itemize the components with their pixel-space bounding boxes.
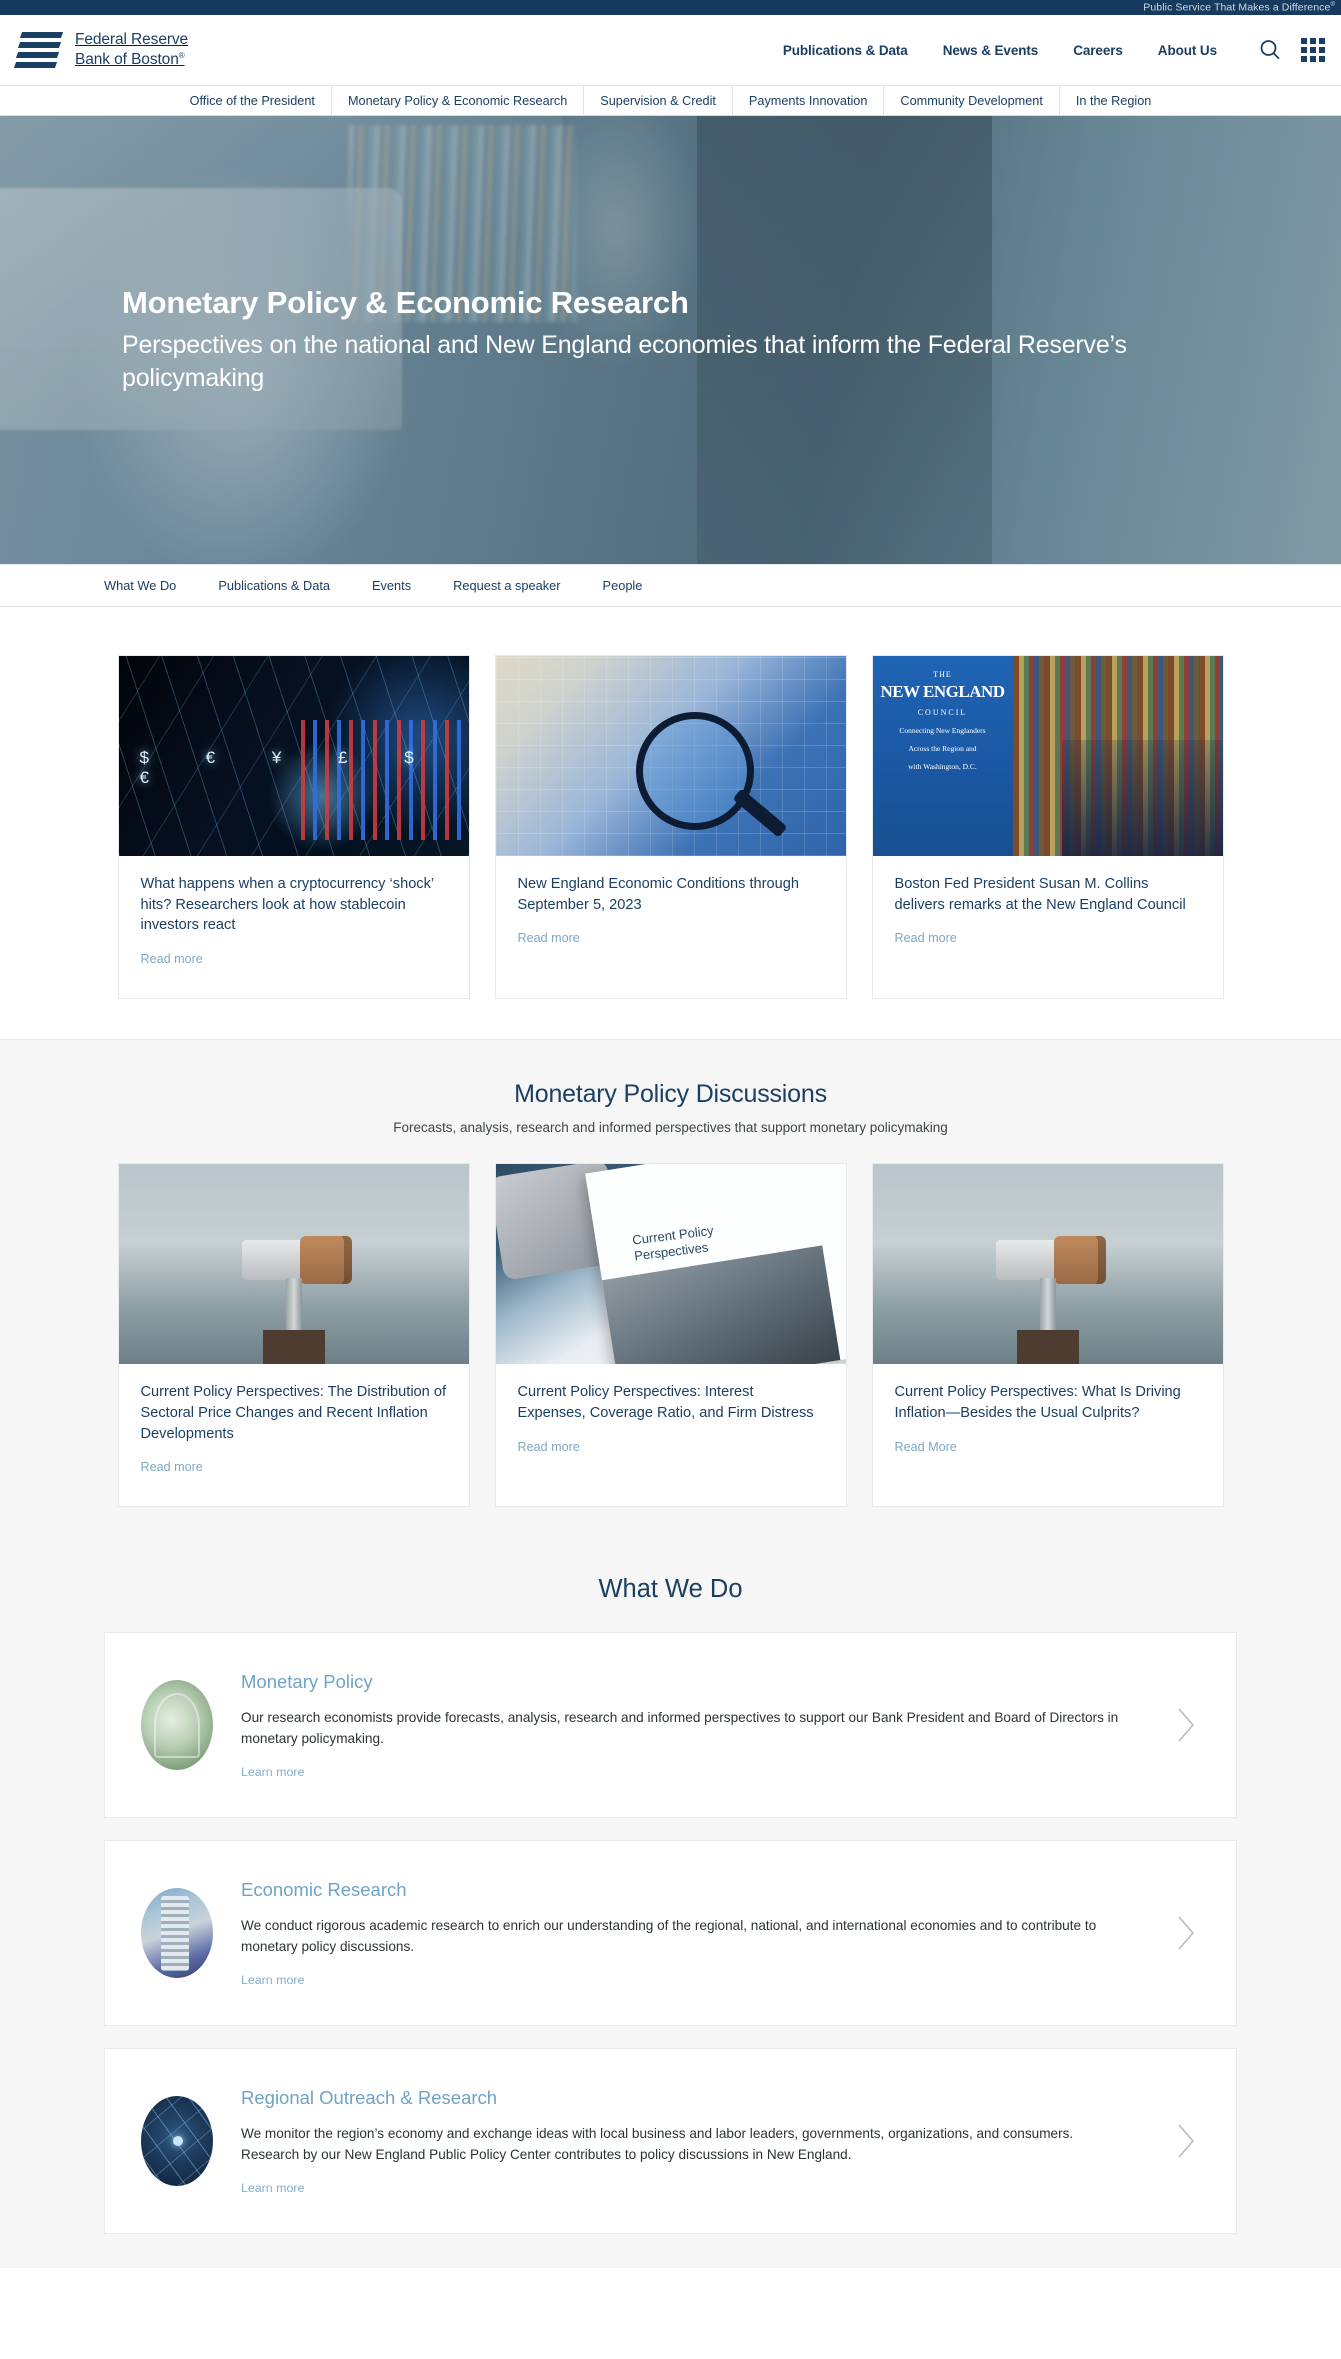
council-banner-detail: THE NEW ENGLAND COUNCIL Connecting New E… — [872, 656, 1013, 856]
item-description: Our research economists provide forecast… — [241, 1710, 1119, 1747]
header-nav-news-events[interactable]: News & Events — [943, 43, 1039, 58]
section-nav-monetary-policy-economic-research[interactable]: Monetary Policy & Economic Research — [330, 86, 583, 115]
featured-card[interactable]: What happens when a cryptocurrency ‘shoc… — [117, 655, 470, 1000]
report-cover-detail: Current Policy Perspectives — [584, 1164, 846, 1365]
discussion-card[interactable]: Current Policy Perspectives Current Polic… — [494, 1163, 847, 1508]
search-icon — [1260, 40, 1280, 60]
header-nav-publications-data[interactable]: Publications & Data — [783, 43, 908, 58]
featured-card[interactable]: THE NEW ENGLAND COUNCIL Connecting New E… — [871, 655, 1224, 1000]
card-title: New England Economic Conditions through … — [517, 876, 800, 913]
chevron-right-icon[interactable] — [1166, 2121, 1206, 2161]
section-nav-community-development[interactable]: Community Development — [883, 86, 1058, 115]
brand-line-1: Federal Reserve — [75, 31, 189, 49]
card-image-new-england-council-event: THE NEW ENGLAND COUNCIL Connecting New E… — [872, 656, 1223, 856]
page-nav-request-a-speaker[interactable]: Request a speaker — [453, 578, 560, 593]
chevron-right-icon[interactable] — [1166, 1913, 1206, 1953]
hero-subtitle: Perspectives on the national and New Eng… — [122, 330, 1127, 392]
binocular-head-detail — [241, 1236, 352, 1285]
binocular-base-detail — [1016, 1330, 1079, 1365]
brand-logo-link[interactable]: Federal Reserve Bank of Boston® — [13, 30, 188, 70]
chevron-right-icon[interactable] — [1166, 1705, 1206, 1745]
search-button[interactable] — [1259, 39, 1281, 61]
app-grid-button[interactable] — [1301, 38, 1325, 62]
card-title: Current Policy Perspectives: Interest Ex… — [517, 1384, 814, 1421]
binocular-base-detail — [262, 1330, 325, 1365]
fed-reserve-bars-logo-icon — [13, 30, 64, 70]
section-nav-office-of-the-president[interactable]: Office of the President — [174, 86, 331, 115]
bookshelf-detail — [1012, 656, 1223, 856]
page-nav: What We Do Publications & Data Events Re… — [0, 578, 642, 593]
utility-bar: Public Service That Makes a Difference® — [0, 0, 1341, 15]
header-nav-careers[interactable]: Careers — [1073, 43, 1123, 58]
item-description: We monitor the region’s economy and exch… — [241, 2126, 1074, 2163]
card-read-more-link[interactable]: Read more — [518, 1440, 580, 1454]
site-header: Federal Reserve Bank of Boston® Publicat… — [0, 15, 1341, 86]
item-heading: Economic Research — [241, 1879, 407, 1901]
header-icons — [1259, 38, 1325, 62]
card-title: Current Policy Perspectives: The Distrib… — [140, 1384, 447, 1442]
card-read-more-link[interactable]: Read more — [895, 931, 957, 945]
page-nav-what-we-do[interactable]: What We Do — [104, 578, 176, 593]
card-title: What happens when a cryptocurrency ‘shoc… — [140, 876, 434, 934]
item-learn-more-link[interactable]: Learn more — [241, 1973, 304, 1987]
featured-card-row: What happens when a cryptocurrency ‘shoc… — [0, 607, 1341, 1039]
section-nav-supervision-credit[interactable]: Supervision & Credit — [583, 86, 732, 115]
page-nav-people[interactable]: People — [603, 578, 643, 593]
item-heading: Regional Outreach & Research — [241, 2087, 498, 2109]
item-learn-more-link[interactable]: Learn more — [241, 1765, 304, 1779]
what-we-do-item-regional-outreach-research[interactable]: Regional Outreach & Research We monitor … — [104, 2048, 1237, 2235]
currency-engraving-icon — [141, 1680, 213, 1771]
brand-registered-mark: ® — [178, 50, 185, 60]
section-nav: Office of the President Monetary Policy … — [0, 86, 1341, 116]
item-description: We conduct rigorous academic research to… — [241, 1918, 1097, 1955]
featured-card[interactable]: New England Economic Conditions through … — [494, 655, 847, 1000]
discussions-card-row: Current Policy Perspectives: The Distrib… — [0, 1135, 1341, 1551]
registered-mark: ® — [1330, 2, 1335, 8]
page-nav-events[interactable]: Events — [372, 578, 411, 593]
card-image-current-policy-perspectives-report: Current Policy Perspectives — [495, 1164, 846, 1365]
utility-tagline: Public Service That Makes a Difference® — [1143, 1, 1335, 14]
report-cover-label: Current Policy Perspectives — [631, 1223, 715, 1265]
what-we-do-item-economic-research[interactable]: Economic Research We conduct rigorous ac… — [104, 1840, 1237, 2027]
item-heading: Monetary Policy — [241, 1671, 373, 1693]
card-image-new-england-map-magnifier — [495, 656, 846, 856]
people-network-icon — [141, 2096, 213, 2187]
item-learn-more-link[interactable]: Learn more — [241, 2181, 304, 2195]
card-title: Current Policy Perspectives: What Is Dri… — [894, 1384, 1181, 1421]
hero-title: Monetary Policy & Economic Research — [122, 284, 689, 320]
discussion-card[interactable]: Current Policy Perspectives: The Distrib… — [117, 1163, 470, 1508]
page-nav-publications-data[interactable]: Publications & Data — [218, 578, 330, 593]
what-we-do-list: Monetary Policy Our research economists … — [0, 1632, 1341, 2268]
card-read-more-link[interactable]: Read more — [141, 1460, 203, 1474]
header-nav: Publications & Data News & Events Career… — [783, 43, 1217, 58]
brand-name: Federal Reserve Bank of Boston® — [75, 30, 188, 70]
discussion-card[interactable]: Current Policy Perspectives: What Is Dri… — [871, 1163, 1224, 1508]
app-grid-icon — [1301, 38, 1325, 62]
card-read-more-link[interactable]: Read More — [895, 1440, 957, 1454]
card-title: Boston Fed President Susan M. Collins de… — [894, 876, 1186, 913]
section-nav-payments-innovation[interactable]: Payments Innovation — [731, 86, 884, 115]
discussions-title: Monetary Policy Discussions — [514, 1080, 827, 1109]
brand-line-2: Bank of Boston — [75, 51, 179, 68]
page-nav-bar: What We Do Publications & Data Events Re… — [0, 564, 1341, 607]
magnifier-detail — [635, 712, 754, 830]
binocular-head-detail — [995, 1236, 1106, 1285]
header-nav-about-us[interactable]: About Us — [1158, 43, 1217, 58]
monetary-policy-discussions-section: Monetary Policy Discussions Forecasts, a… — [0, 1039, 1341, 2269]
card-read-more-link[interactable]: Read more — [518, 931, 580, 945]
what-we-do-item-monetary-policy[interactable]: Monetary Policy Our research economists … — [104, 1632, 1237, 1819]
what-we-do-title: What We Do — [598, 1575, 743, 1604]
hero-banner: Monetary Policy & Economic Research Pers… — [0, 116, 1341, 564]
coin-stacks-icon — [141, 1888, 213, 1979]
card-image-viewer-binoculars — [118, 1164, 469, 1365]
section-nav-in-the-region[interactable]: In the Region — [1058, 86, 1167, 115]
discussions-subtitle: Forecasts, analysis, research and inform… — [393, 1120, 948, 1136]
card-image-cryptocurrency-network — [118, 656, 469, 856]
candlestick-detail — [300, 720, 462, 840]
card-read-more-link[interactable]: Read more — [141, 952, 203, 966]
card-image-viewer-binoculars — [872, 1164, 1223, 1365]
